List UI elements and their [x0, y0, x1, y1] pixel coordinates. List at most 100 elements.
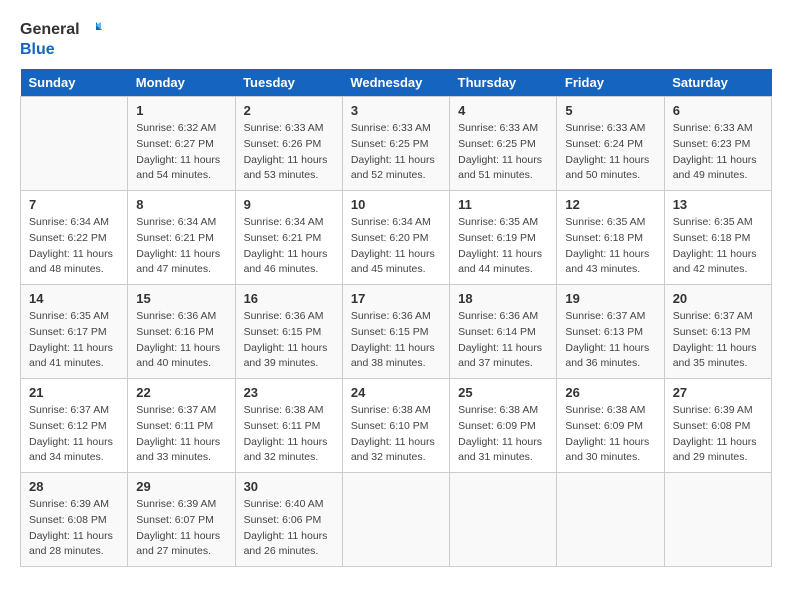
calendar-cell: 23 Sunrise: 6:38 AM Sunset: 6:11 PM Dayli… — [235, 379, 342, 473]
calendar-cell: 28 Sunrise: 6:39 AM Sunset: 6:08 PM Dayli… — [21, 473, 128, 567]
day-number: 24 — [351, 385, 441, 400]
day-number: 4 — [458, 103, 548, 118]
calendar-cell: 17Sunrise: 6:36 AM Sunset: 6:15 PM Dayli… — [342, 285, 449, 379]
weekday-header-tuesday: Tuesday — [235, 69, 342, 97]
day-info: Sunrise: 6:38 AM Sunset: 6:09 PM Dayligh… — [565, 403, 655, 466]
calendar-cell: 8 Sunrise: 6:34 AM Sunset: 6:21 PM Daylig… — [128, 191, 235, 285]
calendar-cell: 14Sunrise: 6:35 AM Sunset: 6:17 PM Dayli… — [21, 285, 128, 379]
calendar-cell: 16 Sunrise: 6:36 AM Sunset: 6:15 PM Dayli… — [235, 285, 342, 379]
calendar-cell: 20 Sunrise: 6:37 AM Sunset: 6:13 PM Dayli… — [664, 285, 771, 379]
calendar-cell: 24 Sunrise: 6:38 AM Sunset: 6:10 PM Dayli… — [342, 379, 449, 473]
day-number: 2 — [244, 103, 334, 118]
day-info: Sunrise: 6:37 AM Sunset: 6:13 PM Dayligh… — [565, 309, 655, 372]
week-row-3: 14Sunrise: 6:35 AM Sunset: 6:17 PM Dayli… — [21, 285, 772, 379]
day-info: Sunrise: 6:37 AM Sunset: 6:11 PM Dayligh… — [136, 403, 226, 466]
day-number: 5 — [565, 103, 655, 118]
day-info: Sunrise: 6:38 AM Sunset: 6:10 PM Dayligh… — [351, 403, 441, 466]
week-row-1: 1Sunrise: 6:32 AM Sunset: 6:27 PM Daylig… — [21, 97, 772, 191]
weekday-header-friday: Friday — [557, 69, 664, 97]
day-number: 26 — [565, 385, 655, 400]
calendar-cell: 3Sunrise: 6:33 AM Sunset: 6:25 PM Daylig… — [342, 97, 449, 191]
day-number: 18 — [458, 291, 548, 306]
day-number: 1 — [136, 103, 226, 118]
day-info: Sunrise: 6:34 AM Sunset: 6:21 PM Dayligh… — [136, 215, 226, 278]
week-row-5: 28 Sunrise: 6:39 AM Sunset: 6:08 PM Dayli… — [21, 473, 772, 567]
day-number: 17 — [351, 291, 441, 306]
weekday-header-row: SundayMondayTuesdayWednesdayThursdayFrid… — [21, 69, 772, 97]
logo-bird-icon — [82, 20, 102, 40]
calendar-cell: 18 Sunrise: 6:36 AM Sunset: 6:14 PM Dayli… — [450, 285, 557, 379]
logo-general: General — [20, 20, 80, 39]
weekday-header-thursday: Thursday — [450, 69, 557, 97]
day-number: 8 — [136, 197, 226, 212]
day-info: Sunrise: 6:33 AM Sunset: 6:23 PM Dayligh… — [673, 121, 763, 184]
day-info: Sunrise: 6:34 AM Sunset: 6:22 PM Dayligh… — [29, 215, 119, 278]
day-info: Sunrise: 6:33 AM Sunset: 6:24 PM Dayligh… — [565, 121, 655, 184]
day-info: Sunrise: 6:35 AM Sunset: 6:18 PM Dayligh… — [673, 215, 763, 278]
day-info: Sunrise: 6:34 AM Sunset: 6:21 PM Dayligh… — [244, 215, 334, 278]
calendar-cell: 30 Sunrise: 6:40 AM Sunset: 6:06 PM Dayli… — [235, 473, 342, 567]
calendar-cell — [21, 97, 128, 191]
day-number: 16 — [244, 291, 334, 306]
calendar-cell: 29Sunrise: 6:39 AM Sunset: 6:07 PM Dayli… — [128, 473, 235, 567]
day-info: Sunrise: 6:33 AM Sunset: 6:25 PM Dayligh… — [458, 121, 548, 184]
day-info: Sunrise: 6:37 AM Sunset: 6:13 PM Dayligh… — [673, 309, 763, 372]
calendar-cell: 21 Sunrise: 6:37 AM Sunset: 6:12 PM Dayli… — [21, 379, 128, 473]
weekday-header-sunday: Sunday — [21, 69, 128, 97]
calendar-cell: 11Sunrise: 6:35 AM Sunset: 6:19 PM Dayli… — [450, 191, 557, 285]
calendar-cell — [557, 473, 664, 567]
calendar-cell: 15Sunrise: 6:36 AM Sunset: 6:16 PM Dayli… — [128, 285, 235, 379]
logo-container: General Blue — [20, 20, 102, 59]
day-info: Sunrise: 6:36 AM Sunset: 6:15 PM Dayligh… — [244, 309, 334, 372]
day-number: 20 — [673, 291, 763, 306]
calendar-cell: 10Sunrise: 6:34 AM Sunset: 6:20 PM Dayli… — [342, 191, 449, 285]
weekday-header-monday: Monday — [128, 69, 235, 97]
calendar-cell: 27Sunrise: 6:39 AM Sunset: 6:08 PM Dayli… — [664, 379, 771, 473]
calendar-cell: 19 Sunrise: 6:37 AM Sunset: 6:13 PM Dayli… — [557, 285, 664, 379]
calendar-cell — [664, 473, 771, 567]
day-number: 13 — [673, 197, 763, 212]
day-number: 21 — [29, 385, 119, 400]
calendar-cell: 7Sunrise: 6:34 AM Sunset: 6:22 PM Daylig… — [21, 191, 128, 285]
calendar-cell: 5 Sunrise: 6:33 AM Sunset: 6:24 PM Daylig… — [557, 97, 664, 191]
day-number: 19 — [565, 291, 655, 306]
calendar-cell — [450, 473, 557, 567]
day-number: 22 — [136, 385, 226, 400]
day-number: 27 — [673, 385, 763, 400]
day-number: 12 — [565, 197, 655, 212]
day-number: 6 — [673, 103, 763, 118]
header: General Blue — [20, 20, 772, 59]
logo-blue: Blue — [20, 40, 102, 59]
calendar-cell: 4 Sunrise: 6:33 AM Sunset: 6:25 PM Daylig… — [450, 97, 557, 191]
calendar-cell: 9 Sunrise: 6:34 AM Sunset: 6:21 PM Daylig… — [235, 191, 342, 285]
calendar-cell: 2 Sunrise: 6:33 AM Sunset: 6:26 PM Daylig… — [235, 97, 342, 191]
day-info: Sunrise: 6:38 AM Sunset: 6:09 PM Dayligh… — [458, 403, 548, 466]
day-number: 25 — [458, 385, 548, 400]
week-row-2: 7Sunrise: 6:34 AM Sunset: 6:22 PM Daylig… — [21, 191, 772, 285]
day-number: 28 — [29, 479, 119, 494]
day-number: 23 — [244, 385, 334, 400]
day-number: 15 — [136, 291, 226, 306]
day-number: 11 — [458, 197, 548, 212]
day-number: 3 — [351, 103, 441, 118]
day-info: Sunrise: 6:37 AM Sunset: 6:12 PM Dayligh… — [29, 403, 119, 466]
day-info: Sunrise: 6:35 AM Sunset: 6:18 PM Dayligh… — [565, 215, 655, 278]
calendar-cell: 26 Sunrise: 6:38 AM Sunset: 6:09 PM Dayli… — [557, 379, 664, 473]
calendar-cell: 1Sunrise: 6:32 AM Sunset: 6:27 PM Daylig… — [128, 97, 235, 191]
day-info: Sunrise: 6:36 AM Sunset: 6:14 PM Dayligh… — [458, 309, 548, 372]
weekday-header-wednesday: Wednesday — [342, 69, 449, 97]
day-number: 14 — [29, 291, 119, 306]
day-info: Sunrise: 6:33 AM Sunset: 6:26 PM Dayligh… — [244, 121, 334, 184]
calendar-cell: 25 Sunrise: 6:38 AM Sunset: 6:09 PM Dayli… — [450, 379, 557, 473]
week-row-4: 21 Sunrise: 6:37 AM Sunset: 6:12 PM Dayli… — [21, 379, 772, 473]
calendar-cell: 13 Sunrise: 6:35 AM Sunset: 6:18 PM Dayli… — [664, 191, 771, 285]
day-number: 30 — [244, 479, 334, 494]
day-info: Sunrise: 6:38 AM Sunset: 6:11 PM Dayligh… — [244, 403, 334, 466]
calendar-cell — [342, 473, 449, 567]
day-info: Sunrise: 6:39 AM Sunset: 6:08 PM Dayligh… — [29, 497, 119, 560]
day-info: Sunrise: 6:34 AM Sunset: 6:20 PM Dayligh… — [351, 215, 441, 278]
day-info: Sunrise: 6:39 AM Sunset: 6:07 PM Dayligh… — [136, 497, 226, 560]
day-info: Sunrise: 6:40 AM Sunset: 6:06 PM Dayligh… — [244, 497, 334, 560]
day-number: 9 — [244, 197, 334, 212]
weekday-header-saturday: Saturday — [664, 69, 771, 97]
